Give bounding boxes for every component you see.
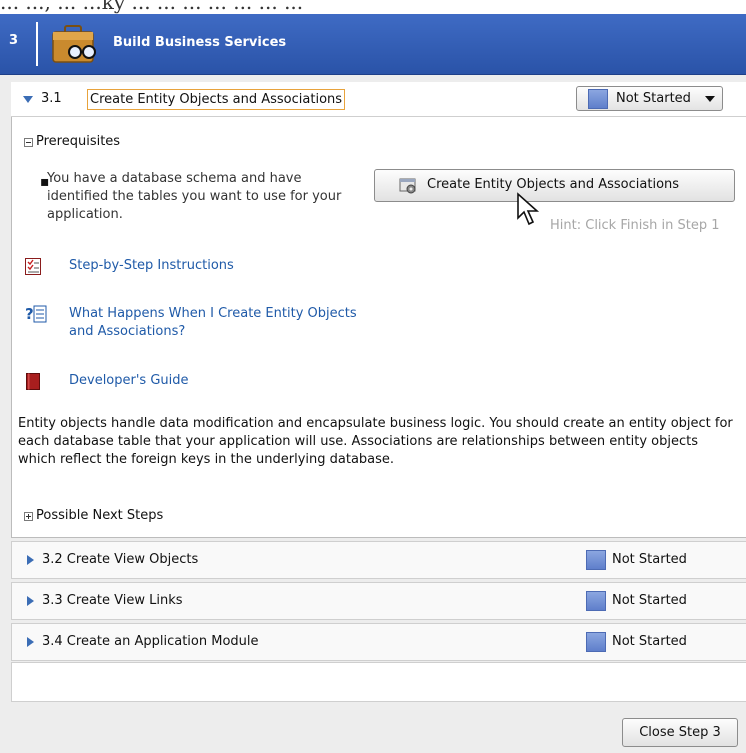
section-3-3-row[interactable]: 3.3 Create View Links Not Started — [11, 582, 746, 620]
status-square-icon — [586, 591, 606, 611]
status-dropdown[interactable]: Not Started — [576, 86, 723, 111]
mouse-cursor-icon — [517, 192, 540, 226]
section-3-1-number: 3.1 — [41, 91, 62, 106]
step-header: 3 Build Business Services — [0, 14, 746, 75]
status-square-icon — [586, 550, 606, 570]
section-description: Entity objects handle data modification … — [18, 416, 733, 467]
section-3-2-status: Not Started — [612, 552, 687, 567]
close-step-button[interactable]: Close Step 3 — [622, 718, 738, 747]
status-label: Not Started — [616, 91, 691, 106]
section-3-2-row[interactable]: 3.2 Create View Objects Not Started — [11, 541, 746, 579]
section-3-1-title[interactable]: Create Entity Objects and Associations — [87, 89, 346, 110]
section-3-4-label: 3.4 Create an Application Module — [42, 634, 259, 649]
prerequisite-text: You have a database schema and have iden… — [47, 171, 342, 222]
book-icon — [26, 373, 40, 390]
step-title: Build Business Services — [113, 35, 287, 50]
status-square-icon — [588, 89, 608, 109]
top-cropped-strip: ... ..., ... ...ky ... ... ... ... ... .… — [0, 0, 746, 14]
chevron-down-icon — [705, 96, 715, 102]
hint-text: Hint: Click Finish in Step 1 — [550, 218, 720, 233]
possible-next-steps-label[interactable]: Possible Next Steps — [36, 508, 163, 523]
collapsed-triangle-icon — [27, 555, 34, 565]
expand-triangle-icon[interactable] — [23, 96, 33, 103]
create-entity-objects-button[interactable]: Create Entity Objects and Associations — [374, 169, 735, 202]
section-3-3-label: 3.3 Create View Links — [42, 593, 183, 608]
prerequisites-label[interactable]: Prerequisites — [36, 134, 120, 149]
collapse-prereq-icon[interactable] — [24, 138, 33, 147]
header-divider — [36, 22, 38, 66]
wizard-gear-icon — [399, 178, 416, 194]
briefcase-glasses-icon — [52, 25, 96, 63]
link-developers-guide[interactable]: Developer's Guide — [69, 373, 189, 388]
create-entity-objects-button-label: Create Entity Objects and Associations — [427, 177, 680, 192]
step-number: 3 — [9, 33, 19, 48]
status-square-icon — [586, 632, 606, 652]
link-step-by-step[interactable]: Step-by-Step Instructions — [69, 258, 234, 273]
section-3-4-status: Not Started — [612, 634, 687, 649]
section-3-3-status: Not Started — [612, 593, 687, 608]
link-what-happens[interactable]: What Happens When I Create Entity Object… — [69, 305, 369, 341]
cropped-text: ... ..., ... ...ky ... ... ... ... ... .… — [0, 0, 304, 14]
section-3-2-label: 3.2 Create View Objects — [42, 552, 199, 567]
help-doc-icon: ? — [25, 305, 47, 323]
collapsed-triangle-icon — [27, 596, 34, 606]
collapsed-triangle-icon — [27, 637, 34, 647]
section-3-4-row[interactable]: 3.4 Create an Application Module Not Sta… — [11, 623, 746, 661]
empty-area — [11, 662, 746, 702]
expand-next-steps-icon[interactable] — [24, 512, 33, 521]
checklist-icon — [25, 258, 41, 275]
svg-text:?: ? — [25, 305, 34, 323]
